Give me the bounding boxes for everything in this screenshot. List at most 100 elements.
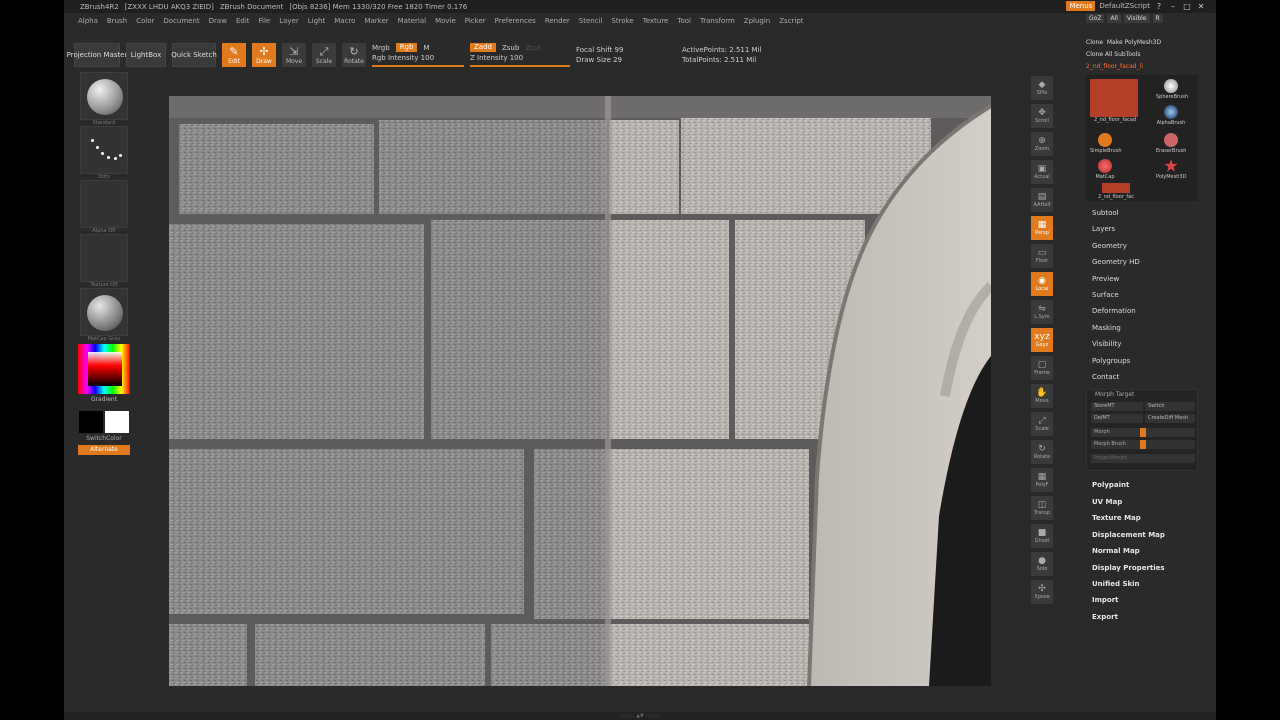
- tool-item-alphabrush[interactable]: AlphaBrush: [1156, 105, 1186, 126]
- section-export[interactable]: Export: [1092, 609, 1216, 625]
- section-polygroups[interactable]: Polygroups: [1092, 353, 1216, 369]
- menu-zplugin[interactable]: Zplugin: [744, 17, 770, 25]
- lightbox-button[interactable]: LightBox: [126, 43, 166, 67]
- morph-slider-knob[interactable]: [1140, 428, 1146, 438]
- menu-document[interactable]: Document: [163, 17, 199, 25]
- zadd-toggle[interactable]: Zadd: [470, 43, 496, 52]
- clone-button[interactable]: Clone: [1086, 39, 1103, 46]
- tool-item-facade[interactable]: 2_nd_floor_facad: [1094, 117, 1136, 123]
- alternate-button[interactable]: Alternate: [78, 445, 130, 455]
- current-tool-thumbnail[interactable]: [1090, 79, 1138, 117]
- goz-button[interactable]: GoZ: [1086, 14, 1105, 23]
- section-normal-map[interactable]: Normal Map: [1092, 543, 1216, 559]
- section-preview[interactable]: Preview: [1092, 271, 1216, 287]
- close-icon[interactable]: ✕: [1196, 2, 1206, 11]
- view-frame-button[interactable]: ▢ Frame: [1031, 356, 1053, 380]
- zcut-toggle[interactable]: Zcut: [525, 44, 541, 52]
- tool-item-spherebrush[interactable]: SphereBrush: [1156, 79, 1188, 100]
- section-visibility[interactable]: Visibility: [1092, 336, 1216, 352]
- view-local-button[interactable]: ◉ Local: [1031, 272, 1053, 296]
- section-subtool[interactable]: Subtool: [1092, 205, 1216, 221]
- section-surface[interactable]: Surface: [1092, 287, 1216, 303]
- menu-preferences[interactable]: Preferences: [495, 17, 536, 25]
- view-aahalf-button[interactable]: ▤ AAHalf: [1031, 188, 1053, 212]
- tool-item-polymesh3d[interactable]: PolyMesh3D: [1156, 159, 1186, 180]
- menu-tool[interactable]: Tool: [677, 17, 691, 25]
- menu-render[interactable]: Render: [545, 17, 570, 25]
- menu-layer[interactable]: Layer: [279, 17, 299, 25]
- menu-zscript[interactable]: Zscript: [779, 17, 803, 25]
- menu-marker[interactable]: Marker: [364, 17, 388, 25]
- section-unified-skin[interactable]: Unified Skin: [1092, 576, 1216, 592]
- texture-selector[interactable]: Texture Off: [80, 234, 128, 288]
- projection-master-button[interactable]: Projection Master: [67, 43, 127, 67]
- tool-item-facade-2[interactable]: 2_nd_floor_fac: [1094, 183, 1138, 200]
- view-ghost-button[interactable]: ■ Ghost: [1031, 524, 1053, 548]
- view-rotate-button[interactable]: ↻ Rotate: [1031, 440, 1053, 464]
- view-actual-button[interactable]: ▣ Actual: [1031, 160, 1053, 184]
- current-tool-name[interactable]: 2_nd_floor_facad_li: [1086, 61, 1214, 71]
- draw-mode-button[interactable]: ✢ Draw: [252, 43, 276, 67]
- section-masking[interactable]: Masking: [1092, 320, 1216, 336]
- menu-picker[interactable]: Picker: [465, 17, 486, 25]
- menu-color[interactable]: Color: [136, 17, 154, 25]
- rgb-intensity-slider[interactable]: Rgb Intensity 100: [372, 54, 464, 62]
- scale-mode-button[interactable]: ⤢ Scale: [312, 43, 336, 67]
- make-polymesh-button[interactable]: Make PolyMesh3D: [1107, 39, 1161, 46]
- menu-draw[interactable]: Draw: [209, 17, 227, 25]
- minimize-icon[interactable]: –: [1168, 2, 1178, 11]
- switch-color-button[interactable]: SwitchColor: [76, 435, 132, 442]
- menu-macro[interactable]: Macro: [334, 17, 355, 25]
- delmt-button[interactable]: DelMT: [1091, 414, 1143, 424]
- secondary-color-swatch[interactable]: [79, 411, 103, 433]
- tool-item-simplebrush[interactable]: SimpleBrush: [1090, 133, 1122, 154]
- color-saturation-square[interactable]: [88, 352, 122, 386]
- rotate-mode-button[interactable]: ↻ Rotate: [342, 43, 366, 67]
- goz-visible-button[interactable]: Visible: [1123, 14, 1150, 23]
- section-geometry-hd[interactable]: Geometry HD: [1092, 254, 1216, 270]
- goz-all-button[interactable]: All: [1107, 14, 1121, 23]
- section-deformation[interactable]: Deformation: [1092, 303, 1216, 319]
- section-polypaint[interactable]: Polypaint: [1092, 477, 1216, 493]
- help-icon[interactable]: ?: [1154, 2, 1164, 11]
- section-geometry[interactable]: Geometry: [1092, 238, 1216, 254]
- view-spix-button[interactable]: ◆ SPix: [1031, 76, 1053, 100]
- focal-shift-slider[interactable]: Focal Shift 99: [576, 46, 676, 54]
- menu-file[interactable]: File: [259, 17, 271, 25]
- quick-sketch-button[interactable]: Quick Sketch: [171, 43, 217, 67]
- stroke-selector[interactable]: Dots: [80, 126, 128, 180]
- section-import[interactable]: Import: [1092, 592, 1216, 608]
- morph-slider[interactable]: Morph: [1091, 428, 1195, 438]
- menus-button[interactable]: Menus: [1066, 1, 1096, 11]
- morph-brush-slider-knob[interactable]: [1140, 440, 1146, 450]
- rgb-intensity-track[interactable]: [372, 65, 464, 67]
- view-persp-button[interactable]: ▦ Persp: [1031, 216, 1053, 240]
- storemt-button[interactable]: StoreMT: [1091, 402, 1143, 412]
- draw-size-slider[interactable]: Draw Size 29: [576, 56, 676, 64]
- goz-r-button[interactable]: R: [1152, 14, 1163, 23]
- bottom-bar[interactable]: ::::::::: ▲▼ :::::::::: [64, 712, 1216, 720]
- menu-stencil[interactable]: Stencil: [579, 17, 603, 25]
- switch-button[interactable]: Switch: [1145, 402, 1195, 412]
- document-canvas[interactable]: [169, 96, 991, 686]
- morph-brush-slider[interactable]: Morph Brush: [1091, 440, 1195, 450]
- zsub-toggle[interactable]: Zsub: [502, 44, 519, 52]
- color-picker[interactable]: [78, 344, 130, 394]
- gradient-button[interactable]: Gradient: [76, 396, 132, 403]
- maximize-icon[interactable]: □: [1182, 2, 1192, 11]
- section-display-properties[interactable]: Display Properties: [1092, 560, 1216, 576]
- section-layers[interactable]: Layers: [1092, 221, 1216, 237]
- view-xpose-button[interactable]: ✣ Xpose: [1031, 580, 1053, 604]
- menu-movie[interactable]: Movie: [435, 17, 456, 25]
- view-scroll-button[interactable]: ✥ Scroll: [1031, 104, 1053, 128]
- view-transp-button[interactable]: ◫ Transp: [1031, 496, 1053, 520]
- menu-material[interactable]: Material: [398, 17, 426, 25]
- menu-alpha[interactable]: Alpha: [78, 17, 98, 25]
- tool-item-eraserbrush[interactable]: EraserBrush: [1156, 133, 1186, 154]
- material-selector[interactable]: MatCap Gray: [80, 288, 128, 342]
- project-morph-button[interactable]: ProjectMorph: [1091, 454, 1195, 464]
- menu-brush[interactable]: Brush: [107, 17, 127, 25]
- menu-edit[interactable]: Edit: [236, 17, 250, 25]
- section-displacement-map[interactable]: Displacement Map: [1092, 527, 1216, 543]
- tool-item-matcap[interactable]: MatCap: [1090, 159, 1120, 180]
